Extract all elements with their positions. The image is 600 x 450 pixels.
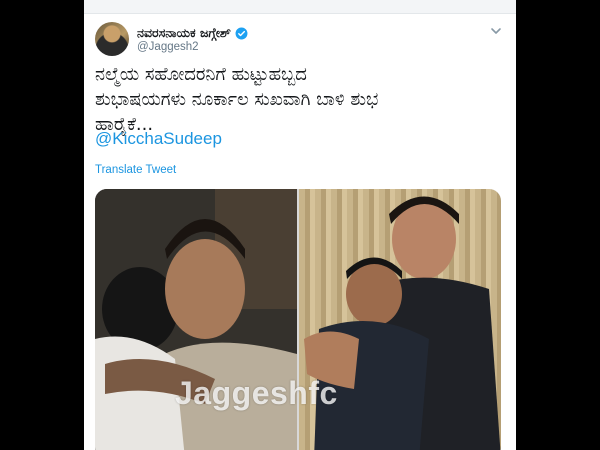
tweet-text-line: ಶುಭಾಷಯಗಳು ನೂರ್ಕಾಲ ಸುಖವಾಗಿ ಬಾಳಿ ಶುಭ [95, 89, 379, 110]
tweet-text-line: ನಲ್ಮೆಯ ಸಹೋದರನಿಗೆ ಹುಟ್ಟುಹಬ್ಬದ [95, 64, 307, 85]
watermark: Jaggeshfc [175, 375, 338, 411]
chevron-down-icon[interactable] [490, 25, 502, 37]
avatar[interactable] [95, 22, 129, 56]
mention-link[interactable]: @KicchaSudeep [95, 129, 222, 149]
author-row[interactable]: ನವರಸನಾಯಕ ಜಗ್ಗೇಶ್ [137, 24, 248, 42]
previous-tweet-strip [84, 0, 516, 14]
tweet-media[interactable]: Jaggeshfc [95, 189, 501, 450]
user-handle[interactable]: @Jaggesh2 [137, 41, 199, 53]
display-name[interactable]: ನವರಸನಾಯಕ ಜಗ್ಗೇಶ್ [137, 25, 231, 41]
tweet-text: ನಲ್ಮೆಯ ಸಹೋದರನಿಗೆ ಹುಟ್ಟುಹಬ್ಬದ ಶುಭಾಷಯಗಳು ನ… [95, 62, 505, 137]
tweet-card: ನವರಸನಾಯಕ ಜಗ್ಗೇಶ್ @Jaggesh2 ನಲ್ಮೆಯ ಸಹೋದರನ… [84, 0, 516, 450]
verified-badge-icon [235, 27, 248, 39]
translate-tweet-link[interactable]: Translate Tweet [95, 164, 176, 176]
